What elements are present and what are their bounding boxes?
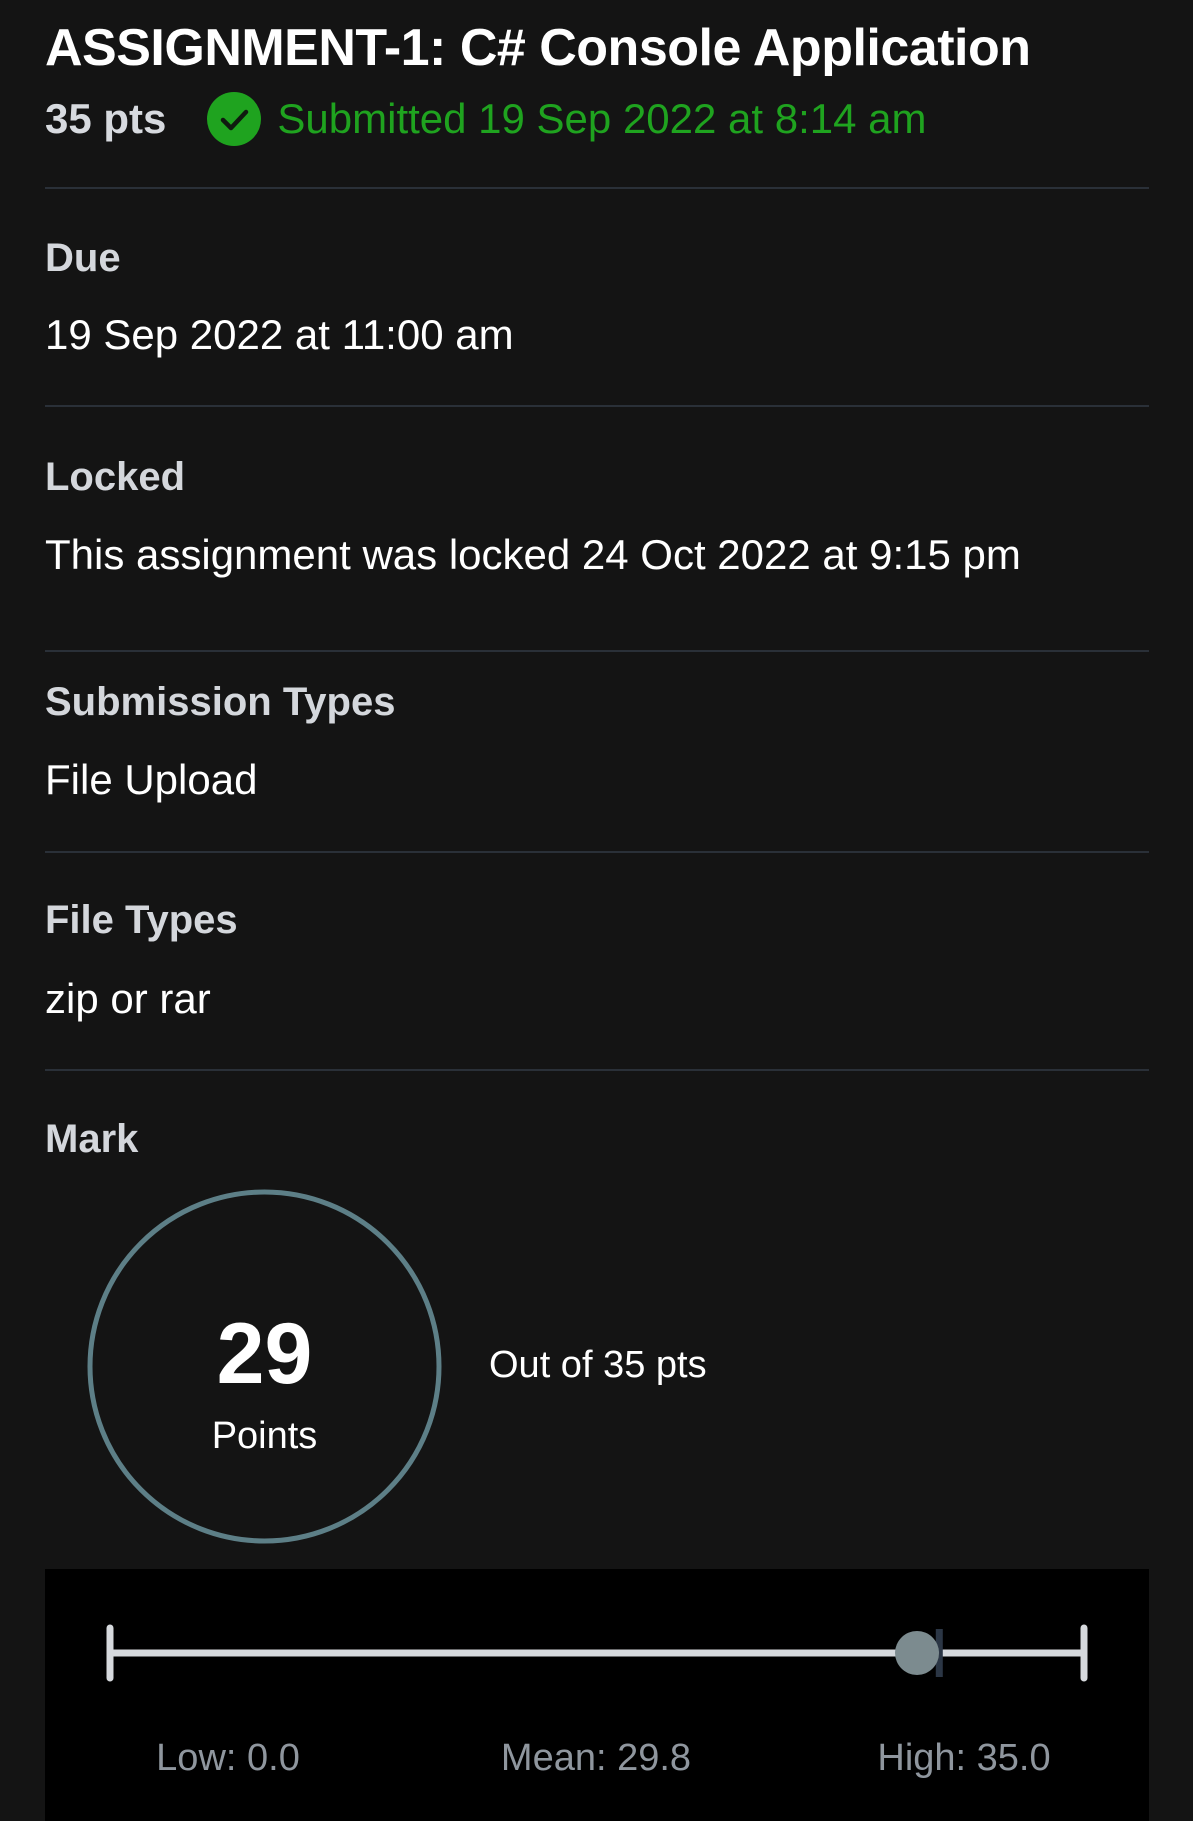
points-possible: 35 pts bbox=[45, 95, 167, 142]
assignment-meta: 35 pts Submitted 19 Sep 2022 at 8:14 am bbox=[45, 88, 927, 150]
your-score-marker bbox=[895, 1631, 940, 1675]
score-statistics: Low: 0.0 Mean: 29.8 High: 35.0 bbox=[45, 1569, 1149, 1821]
check-circle-icon bbox=[207, 92, 262, 146]
submission-types-value: File Upload bbox=[45, 756, 258, 803]
divider bbox=[45, 405, 1149, 407]
due-label: Due bbox=[45, 236, 121, 280]
score-unit-label: Points bbox=[211, 1415, 318, 1457]
file-types-value: zip or rar bbox=[45, 975, 211, 1022]
submission-types-label: Submission Types bbox=[45, 680, 396, 724]
locked-value: This assignment was locked 24 Oct 2022 a… bbox=[45, 531, 1021, 578]
mark-label: Mark bbox=[45, 1117, 139, 1161]
locked-label: Locked bbox=[45, 455, 186, 499]
submission-status: Submitted 19 Sep 2022 at 8:14 am bbox=[206, 91, 927, 147]
divider bbox=[45, 851, 1149, 853]
low-stat: Low: 0.0 bbox=[156, 1737, 300, 1779]
score-distribution-bar bbox=[106, 1624, 1088, 1682]
mean-stat: Mean: 29.8 bbox=[500, 1737, 692, 1779]
submitted-text: Submitted 19 Sep 2022 at 8:14 am bbox=[277, 95, 927, 142]
due-value: 19 Sep 2022 at 11:00 am bbox=[45, 311, 514, 358]
divider bbox=[45, 187, 1149, 189]
high-stat: High: 35.0 bbox=[877, 1737, 1051, 1779]
page-title: ASSIGNMENT-1: C# Console Application bbox=[45, 19, 1031, 77]
divider bbox=[45, 1069, 1149, 1071]
file-types-label: File Types bbox=[45, 898, 238, 942]
divider bbox=[45, 650, 1149, 652]
score-value: 29 bbox=[216, 1306, 313, 1402]
out-of-points: Out of 35 pts bbox=[489, 1344, 707, 1386]
